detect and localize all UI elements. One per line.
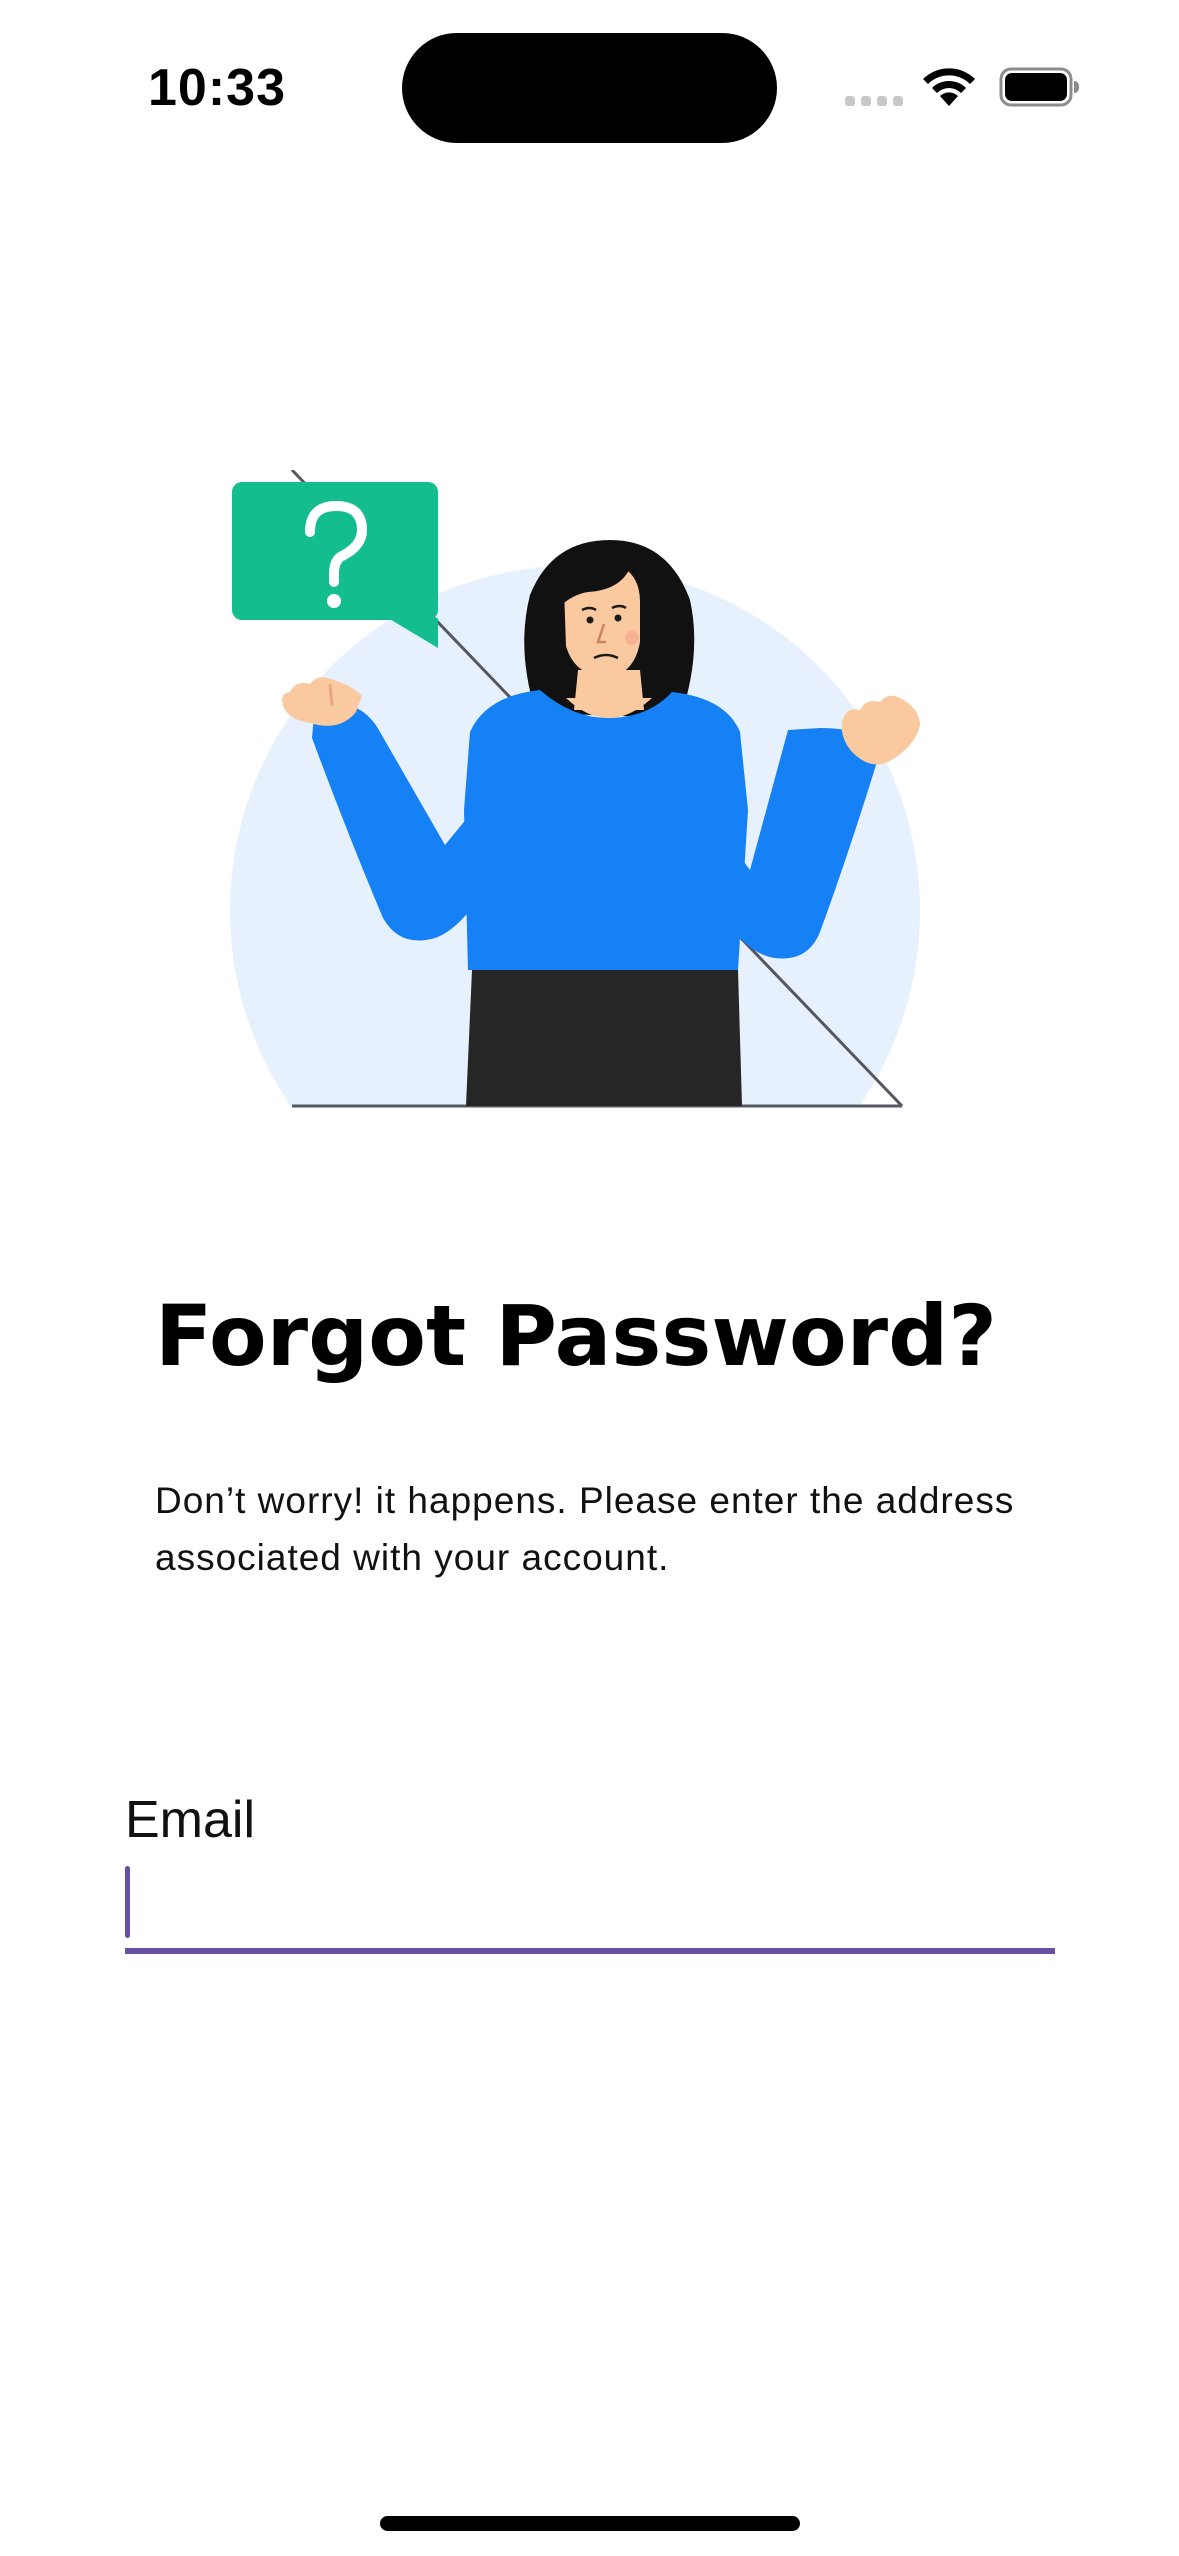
email-input[interactable] — [125, 1862, 1055, 1954]
status-bar-time: 10:33 — [148, 59, 286, 117]
cellular-signal-icon — [845, 96, 903, 106]
home-indicator[interactable] — [380, 2516, 800, 2531]
wifi-icon — [923, 68, 975, 106]
email-label: Email — [125, 1791, 256, 1849]
dynamic-island — [402, 33, 777, 143]
question-bubble-icon — [232, 482, 438, 648]
confused-woman-illustration — [230, 470, 921, 1108]
battery-icon — [999, 67, 1079, 107]
text-cursor — [125, 1866, 130, 1938]
page-description: Don’t worry! it happens. Please enter th… — [155, 1480, 1015, 1578]
page-title: Forgot Password? — [155, 1287, 997, 1385]
